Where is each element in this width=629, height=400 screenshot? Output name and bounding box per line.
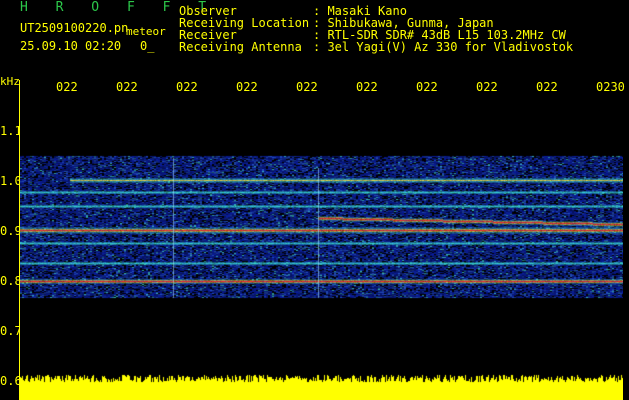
mode-label: meteor	[126, 25, 166, 38]
power-strip	[20, 372, 623, 400]
x-tick-8: 022	[476, 80, 498, 94]
x-tick-2: 022	[116, 80, 138, 94]
y-tick-0-6: 0.6	[0, 374, 22, 388]
y-tick-1-0: 1.0	[0, 174, 22, 188]
x-tick-9: 022	[536, 80, 558, 94]
x-tick-7: 022	[416, 80, 438, 94]
x-tick-10: 0230	[596, 80, 625, 94]
counter-label: 0_	[140, 39, 155, 53]
antenna-label: Receiving Antenna	[179, 40, 302, 54]
x-tick-6: 022	[356, 80, 378, 94]
y-tick-1-1: 1.1	[0, 124, 22, 138]
axis-unit-label: kHz	[0, 75, 20, 88]
y-tick-0-9: 0.9	[0, 224, 22, 238]
y-tick-0-8: 0.8	[0, 274, 22, 288]
x-tick-1: 022	[56, 80, 78, 94]
spectrogram	[20, 98, 623, 370]
datetime-label: 25.09.10 02:20	[20, 39, 122, 53]
antenna-value: : 3el Yagi(V) Az 330 for Vladivostok	[313, 40, 574, 54]
spectrogram-canvas	[20, 98, 623, 370]
x-tick-5: 022	[296, 80, 318, 94]
power-strip-canvas	[20, 372, 623, 400]
x-tick-4: 022	[236, 80, 258, 94]
x-tick-3: 022	[176, 80, 198, 94]
filename-label: UT2509100220.pn	[20, 21, 129, 35]
y-tick-0-7: 0.7	[0, 324, 22, 338]
